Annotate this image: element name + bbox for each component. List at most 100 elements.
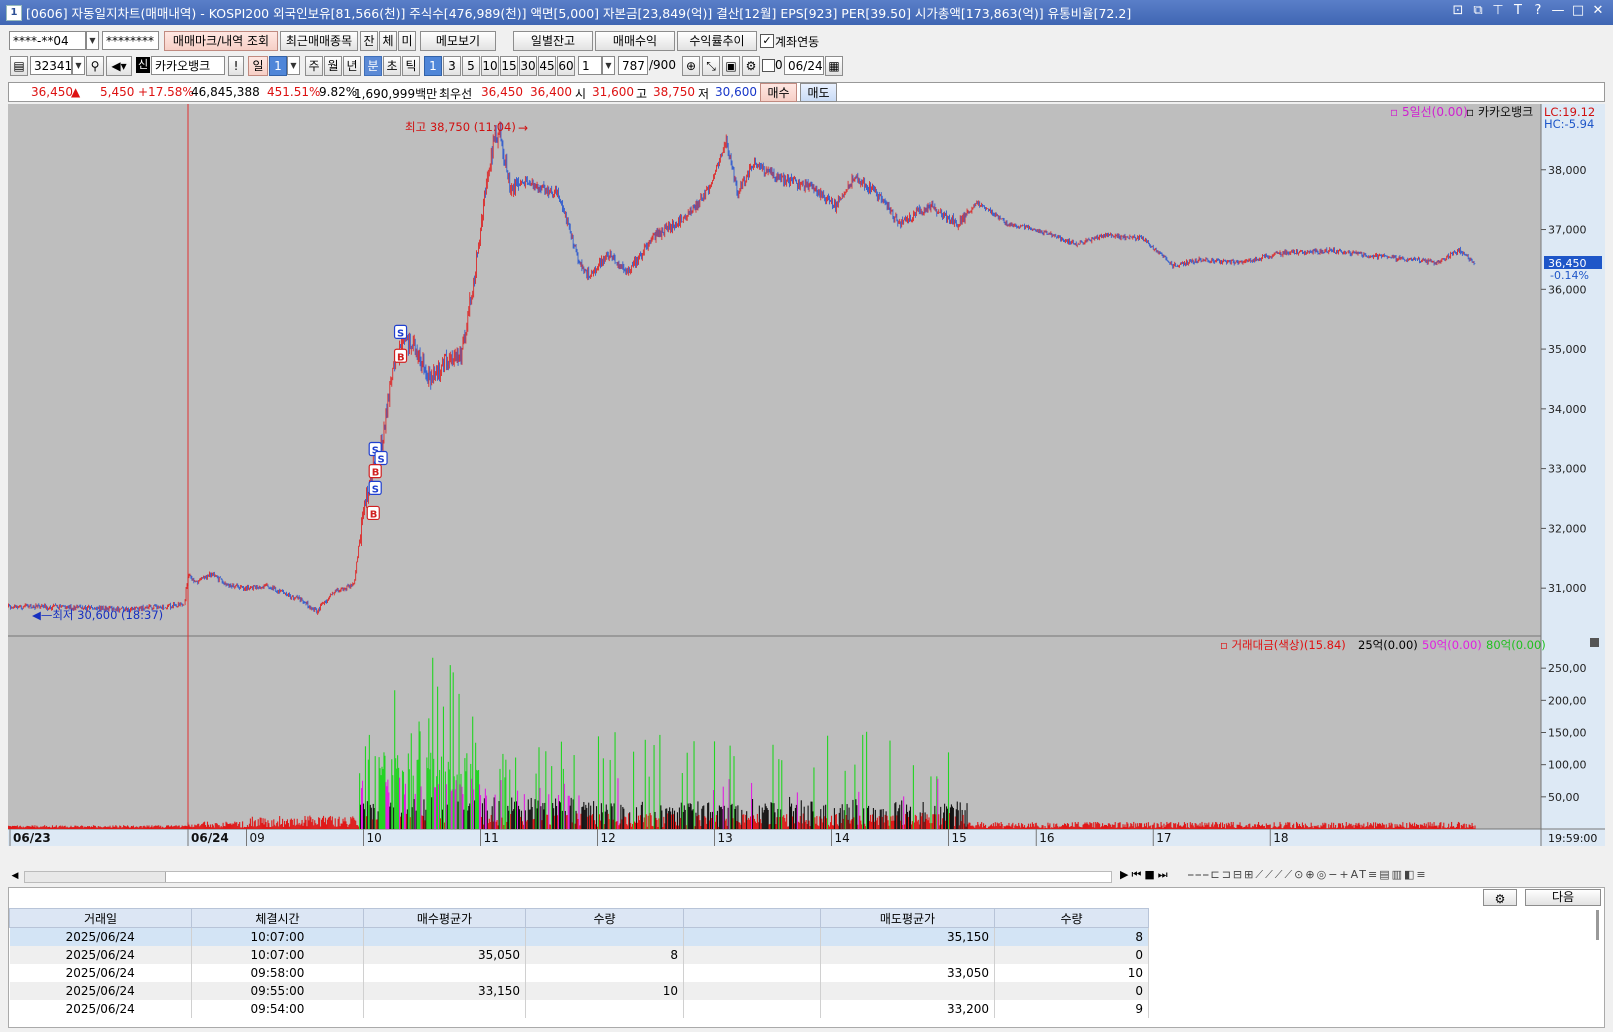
indicator-add-icon[interactable]: ⊕ [682, 56, 700, 76]
turnover-rate: 9.82% [319, 85, 358, 99]
tile-icon[interactable]: ⧉ [1471, 3, 1485, 19]
time-tick-label: 13 [718, 831, 733, 845]
layout-icon[interactable]: ▤ [10, 56, 28, 76]
scroll-left-icon[interactable]: ◀ [8, 869, 22, 883]
save-icon[interactable]: ▣ [722, 56, 740, 76]
table-cell: 09:54:00 [191, 1000, 364, 1018]
low-label: 저 [698, 87, 710, 101]
interval-30-button[interactable]: 30 [519, 56, 537, 76]
col-exec-time[interactable]: 체결시간 [191, 908, 364, 928]
trade-history-table: 거래일 체결시간 매수평균가 수량 매도평균가 수량 2025/06/24 10:… [9, 908, 1149, 1018]
table-cell: 0 [994, 982, 1149, 1000]
period-minute-button[interactable]: 분 [364, 56, 382, 76]
executed-button[interactable]: 체 [379, 31, 397, 51]
col-sell-avg[interactable]: 매도평균가 [820, 908, 995, 928]
time-axis-bg [8, 829, 1605, 846]
interval-15-button[interactable]: 15 [500, 56, 518, 76]
search-icon[interactable]: ⚲ [86, 56, 104, 76]
time-tick-label: 11 [484, 831, 499, 845]
account-link-checkbox[interactable]: ✓ [760, 34, 774, 48]
stock-code-input[interactable]: 323410 [30, 56, 72, 75]
trade-profit-button[interactable]: 매매수익 [595, 31, 675, 51]
bar-count-input[interactable]: 787 [618, 56, 648, 75]
stock-name-field[interactable]: 카카오뱅크 [151, 56, 225, 75]
table-row[interactable]: 2025/06/24 10:07:00 35,150 8 [9, 927, 1149, 946]
balance-button[interactable]: 잔 [360, 31, 378, 51]
col-buy-qty[interactable]: 수량 [525, 908, 684, 928]
grid-settings-gear-icon[interactable]: ⚙ [1483, 889, 1517, 906]
period-day-count[interactable]: 1 [269, 56, 287, 76]
restore-layout-icon[interactable]: ⊡ [1451, 3, 1465, 19]
daily-balance-button[interactable]: 일별잔고 [513, 31, 593, 51]
password-field[interactable]: ******** [102, 31, 159, 50]
minimize-button[interactable]: — [1551, 3, 1565, 19]
table-row[interactable]: 2025/06/24 10:07:00 35,050 8 0 [9, 946, 1149, 964]
close-button[interactable]: ✕ [1591, 3, 1605, 19]
interval-value-select[interactable]: 1 [578, 56, 602, 75]
next-button[interactable]: 다음 [1525, 889, 1601, 906]
period-dropdown-icon[interactable]: ▼ [287, 56, 300, 75]
account-select[interactable]: ****-**04 [9, 31, 86, 50]
font-icon[interactable]: T [1511, 3, 1525, 19]
interval-10-button[interactable]: 10 [481, 56, 499, 76]
table-row[interactable]: 2025/06/24 09:58:00 33,050 10 [9, 964, 1149, 982]
profit-trend-button[interactable]: 수익률추이 [677, 31, 757, 51]
chart-area[interactable]: 31,000 32,000 33,000 34,000 35,000 36,000 37,0… [8, 104, 1605, 868]
unfilled-button[interactable]: 미 [398, 31, 416, 51]
alert-button[interactable]: ! [228, 56, 244, 76]
playback-controls[interactable]: ▶⏮■⏭ [1120, 868, 1171, 882]
col-empty[interactable] [683, 908, 821, 928]
sell-button[interactable]: 매도 [800, 83, 837, 102]
interval-3-button[interactable]: 3 [443, 56, 461, 76]
settings-gear-icon[interactable]: ⚙ [742, 56, 760, 76]
period-tick-button[interactable]: 틱 [402, 56, 420, 76]
sell-mark-label: S [397, 328, 404, 339]
calendar-icon[interactable]: ▦ [825, 56, 843, 76]
date-filter-checkbox[interactable] [762, 59, 775, 72]
table-row[interactable]: 2025/06/24 09:55:00 33,150 10 0 [9, 982, 1149, 1000]
open-label: 시 [575, 87, 587, 101]
period-week-button[interactable]: 주 [305, 56, 323, 76]
interval-1-button[interactable]: 1 [424, 56, 442, 76]
price-tick-label: 31,000 [1548, 582, 1587, 595]
table-cell [683, 982, 821, 1000]
stock-code-dropdown-icon[interactable]: ▼ [72, 56, 85, 75]
chart-scrollbar[interactable] [24, 871, 1112, 883]
price-tick-label: 35,000 [1548, 343, 1587, 356]
interval-60-button[interactable]: 60 [557, 56, 575, 76]
period-second-button[interactable]: 초 [383, 56, 401, 76]
maximize-button[interactable]: □ [1571, 3, 1585, 19]
pin-icon[interactable]: ⊤ [1491, 3, 1505, 19]
period-day-button[interactable]: 일 [248, 56, 268, 76]
volume-legend-item: ▫ 거래대금(색상)(15.84) [1220, 638, 1346, 652]
scrollbar-thumb[interactable] [25, 872, 166, 882]
period-month-button[interactable]: 월 [324, 56, 342, 76]
interval-dropdown-icon[interactable]: ▼ [602, 56, 615, 75]
trade-marks-query-button[interactable]: 매매마크/내역 조회 [164, 31, 278, 51]
table-cell [683, 946, 821, 964]
memo-button[interactable]: 메모보기 [420, 31, 496, 51]
time-tick-label: 18 [1273, 831, 1288, 845]
col-sell-qty[interactable]: 수량 [994, 908, 1149, 928]
volume-legend-item: 50억(0.00) [1422, 638, 1482, 652]
col-trade-date[interactable]: 거래일 [9, 908, 192, 928]
app-icon[interactable]: 1 [6, 4, 22, 21]
table-cell [363, 927, 526, 946]
sound-icon[interactable]: ◀▾ [106, 56, 132, 76]
volume: 46,845,388 [191, 85, 260, 99]
volume-tick-label: 100,00 [1548, 759, 1587, 772]
draw-tool-icon[interactable]: ⤡ [702, 56, 720, 76]
period-year-button[interactable]: 년 [343, 56, 361, 76]
price-volume-chart[interactable]: 31,000 32,000 33,000 34,000 35,000 36,000 37,0… [8, 104, 1605, 868]
interval-45-button[interactable]: 45 [538, 56, 556, 76]
date-input[interactable]: 06/24 [784, 56, 824, 75]
grid-scrollbar[interactable] [1596, 910, 1599, 940]
interval-5-button[interactable]: 5 [462, 56, 480, 76]
table-row[interactable]: 2025/06/24 09:54:00 33,200 9 [9, 1000, 1149, 1018]
col-buy-avg[interactable]: 매수평균가 [363, 908, 526, 928]
help-icon[interactable]: ? [1531, 3, 1545, 19]
buy-button[interactable]: 매수 [760, 83, 797, 102]
recent-trades-button[interactable]: 최근매매종목 [280, 31, 358, 51]
account-dropdown-icon[interactable]: ▼ [86, 31, 99, 50]
drawing-tools-strip[interactable]: ⎯⎯⎯⊏⊐⊟⊞⟋⟋⟋⟋⊙⊕◎−+AT≡▤▥◧≡ [1188, 868, 1428, 882]
